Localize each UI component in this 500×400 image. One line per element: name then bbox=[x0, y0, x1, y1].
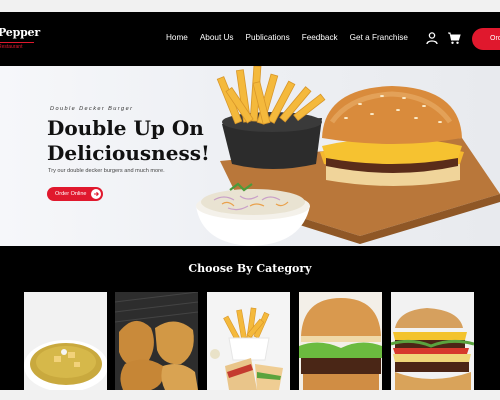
brand-tagline: Restaurant bbox=[0, 42, 34, 50]
category-card-double-burger[interactable] bbox=[391, 292, 474, 390]
hero-banner: Double Decker Burger Double Up On Delici… bbox=[0, 66, 500, 246]
arrow-right-icon bbox=[91, 189, 101, 199]
order-button[interactable]: Order bbox=[472, 28, 500, 50]
double-burger-image bbox=[391, 292, 474, 390]
order-online-button[interactable]: Order Online bbox=[47, 187, 103, 201]
fried-chicken-image bbox=[115, 292, 198, 390]
hero-title-line-2: Deliciousness! bbox=[47, 141, 210, 165]
nav-get-a-franchise[interactable]: Get a Franchise bbox=[350, 33, 408, 42]
category-card-fried-chicken[interactable] bbox=[115, 292, 198, 390]
brand-name: Pepper bbox=[0, 26, 40, 39]
hero-title: Double Up On Deliciousness! bbox=[47, 116, 267, 166]
hero-kicker: Double Decker Burger bbox=[50, 106, 134, 112]
nav-feedback[interactable]: Feedback bbox=[302, 33, 338, 42]
nav-home[interactable]: Home bbox=[166, 33, 188, 42]
user-icon[interactable] bbox=[425, 31, 439, 45]
brand-logo[interactable]: Pepper Restaurant bbox=[0, 26, 40, 50]
nav-publications[interactable]: Publications bbox=[246, 33, 290, 42]
nav-about-us[interactable]: About Us bbox=[200, 33, 234, 42]
category-card-soup[interactable] bbox=[24, 292, 107, 390]
page-frame: Pepper Restaurant Home About Us Publicat… bbox=[0, 12, 500, 390]
hero-title-line-1: Double Up On bbox=[47, 116, 204, 140]
soup-image bbox=[24, 292, 107, 390]
main-menu: Home About Us Publications Feedback Get … bbox=[166, 33, 408, 42]
top-navbar: Pepper Restaurant Home About Us Publicat… bbox=[0, 12, 500, 66]
order-online-label: Order Online bbox=[55, 191, 87, 197]
category-card-burger[interactable] bbox=[299, 292, 382, 390]
hero-description: Try our double decker burgers and much m… bbox=[48, 168, 165, 174]
category-heading: Choose By Category bbox=[188, 262, 312, 275]
category-card-fries-and-sandwich[interactable] bbox=[207, 292, 290, 390]
burger-image bbox=[299, 292, 382, 390]
cart-icon[interactable] bbox=[447, 31, 461, 45]
fries-and-sandwich-image bbox=[207, 292, 290, 390]
